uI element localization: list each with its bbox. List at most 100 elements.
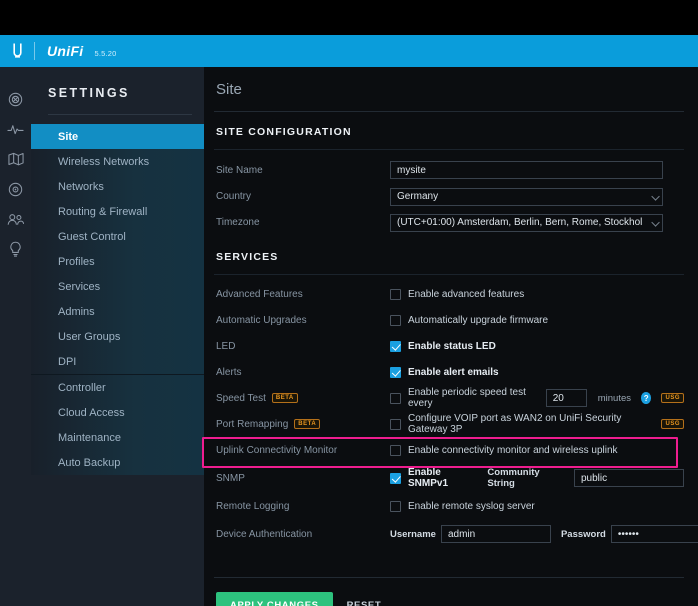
- led-row: LED Enable status LED: [214, 333, 684, 359]
- timezone-row: Timezone: [214, 209, 684, 235]
- sidebar-item-services[interactable]: Services: [31, 274, 204, 299]
- port-remapping-checkbox-label: Configure VOIP port as WAN2 on UniFi Sec…: [408, 413, 652, 435]
- speed-test-checkbox[interactable]: [390, 393, 401, 404]
- sidebar-item-label: DPI: [58, 356, 76, 368]
- automatic-upgrades-label: Automatic Upgrades: [214, 315, 390, 326]
- username-label: Username: [390, 529, 436, 540]
- sidebar-item-label: Admins: [58, 306, 95, 318]
- sidebar-item-label: Guest Control: [58, 231, 126, 243]
- advanced-features-row: Advanced Features Enable advanced featur…: [214, 281, 684, 307]
- port-remapping-row: Port Remapping BETA Configure VOIP port …: [214, 411, 684, 437]
- sidebar-item-cloud-access[interactable]: Cloud Access: [31, 400, 204, 425]
- uplink-monitor-checkbox-label: Enable connectivity monitor and wireless…: [408, 445, 618, 456]
- reset-button[interactable]: RESET: [347, 600, 382, 606]
- sidebar-item-label: Site: [58, 131, 78, 143]
- statistics-icon[interactable]: [0, 114, 31, 144]
- alerts-checkbox-label: Enable alert emails: [408, 367, 499, 378]
- port-remapping-checkbox[interactable]: [390, 419, 401, 430]
- sidebar-item-label: Profiles: [58, 256, 95, 268]
- insights-icon[interactable]: [0, 234, 31, 264]
- password-input[interactable]: [611, 525, 698, 543]
- sidebar-item-guest-control[interactable]: Guest Control: [31, 224, 204, 249]
- sidebar-item-wireless-networks[interactable]: Wireless Networks: [31, 149, 204, 174]
- country-select[interactable]: [390, 186, 663, 206]
- settings-sidebar: SETTINGS Site Wireless Networks Networks…: [31, 67, 204, 606]
- beta-badge: BETA: [294, 419, 320, 429]
- timezone-select[interactable]: [390, 212, 663, 232]
- brand-bar: UniFi 5.5.20: [0, 35, 698, 67]
- sidebar-item-controller[interactable]: Controller: [31, 375, 204, 400]
- footer-actions: APPLY CHANGES RESET: [214, 578, 684, 606]
- sidebar-item-label: Cloud Access: [58, 407, 125, 419]
- community-string-label: Community String: [487, 467, 563, 489]
- sidebar-item-networks[interactable]: Networks: [31, 174, 204, 199]
- device-authentication-row: Device Authentication Username Password: [214, 519, 684, 549]
- timezone-select-value[interactable]: [390, 214, 663, 232]
- site-name-input[interactable]: [390, 161, 663, 179]
- country-label: Country: [214, 191, 390, 202]
- device-authentication-label: Device Authentication: [214, 529, 390, 540]
- uplink-monitor-checkbox[interactable]: [390, 445, 401, 456]
- sidebar-item-auto-backup[interactable]: Auto Backup: [31, 450, 204, 475]
- alerts-checkbox[interactable]: [390, 367, 401, 378]
- speed-test-interval-input[interactable]: [546, 389, 587, 407]
- snmp-row: SNMP Enable SNMPv1 Community String: [214, 463, 684, 493]
- led-checkbox[interactable]: [390, 341, 401, 352]
- services-divider: [214, 274, 684, 275]
- port-remapping-label: Port Remapping BETA: [214, 419, 390, 430]
- site-configuration-heading: SITE CONFIGURATION: [214, 112, 684, 138]
- uplink-monitor-label: Uplink Connectivity Monitor: [214, 445, 390, 456]
- port-remapping-label-text: Port Remapping: [216, 419, 288, 430]
- sidebar-title: SETTINGS: [31, 67, 204, 100]
- country-row: Country: [214, 183, 684, 209]
- sidebar-title-divider: [48, 114, 192, 115]
- left-icon-rail: [0, 67, 31, 606]
- clients-icon[interactable]: [0, 204, 31, 234]
- page-title: Site: [214, 67, 684, 98]
- settings-nav: Site Wireless Networks Networks Routing …: [31, 124, 204, 475]
- map-icon[interactable]: [0, 144, 31, 174]
- speed-test-label: Speed Test BETA: [214, 393, 390, 404]
- devices-icon[interactable]: [0, 174, 31, 204]
- sidebar-item-site[interactable]: Site: [31, 124, 204, 149]
- snmp-label: SNMP: [214, 473, 390, 484]
- username-input[interactable]: [441, 525, 551, 543]
- led-label: LED: [214, 341, 390, 352]
- alerts-row: Alerts Enable alert emails: [214, 359, 684, 385]
- speed-test-label-text: Speed Test: [216, 393, 266, 404]
- site-name-row: Site Name: [214, 157, 684, 183]
- advanced-features-checkbox-label: Enable advanced features: [408, 289, 524, 300]
- unifi-wordmark: UniFi: [35, 43, 84, 59]
- sidebar-item-label: Routing & Firewall: [58, 206, 147, 218]
- automatic-upgrades-checkbox-label: Automatically upgrade firmware: [408, 315, 548, 326]
- sidebar-item-label: Controller: [58, 382, 106, 394]
- password-label: Password: [561, 529, 606, 540]
- speed-test-unit-label: minutes: [598, 393, 631, 404]
- community-string-input[interactable]: [574, 469, 684, 487]
- site-configuration-divider: [214, 149, 684, 150]
- usg-badge: USG: [661, 393, 684, 403]
- country-select-value[interactable]: [390, 188, 663, 206]
- sidebar-item-dpi[interactable]: DPI: [31, 349, 204, 374]
- sidebar-item-maintenance[interactable]: Maintenance: [31, 425, 204, 450]
- advanced-features-checkbox[interactable]: [390, 289, 401, 300]
- help-icon[interactable]: ?: [641, 392, 651, 404]
- sidebar-item-user-groups[interactable]: User Groups: [31, 324, 204, 349]
- sidebar-item-label: Wireless Networks: [58, 156, 149, 168]
- sidebar-item-admins[interactable]: Admins: [31, 299, 204, 324]
- dashboard-icon[interactable]: [0, 84, 31, 114]
- sidebar-item-label: Auto Backup: [58, 457, 120, 469]
- remote-logging-label: Remote Logging: [214, 501, 390, 512]
- remote-logging-checkbox[interactable]: [390, 501, 401, 512]
- apply-changes-button[interactable]: APPLY CHANGES: [216, 592, 333, 606]
- ubiquiti-u-logo-icon[interactable]: [0, 43, 34, 60]
- sidebar-item-profiles[interactable]: Profiles: [31, 249, 204, 274]
- sidebar-item-label: Services: [58, 281, 100, 293]
- automatic-upgrades-row: Automatic Upgrades Automatically upgrade…: [214, 307, 684, 333]
- services-heading: SERVICES: [214, 235, 684, 263]
- usg-badge: USG: [661, 419, 684, 429]
- automatic-upgrades-checkbox[interactable]: [390, 315, 401, 326]
- snmp-checkbox-label: Enable SNMPv1: [408, 467, 477, 489]
- snmp-checkbox[interactable]: [390, 473, 401, 484]
- sidebar-item-routing-firewall[interactable]: Routing & Firewall: [31, 199, 204, 224]
